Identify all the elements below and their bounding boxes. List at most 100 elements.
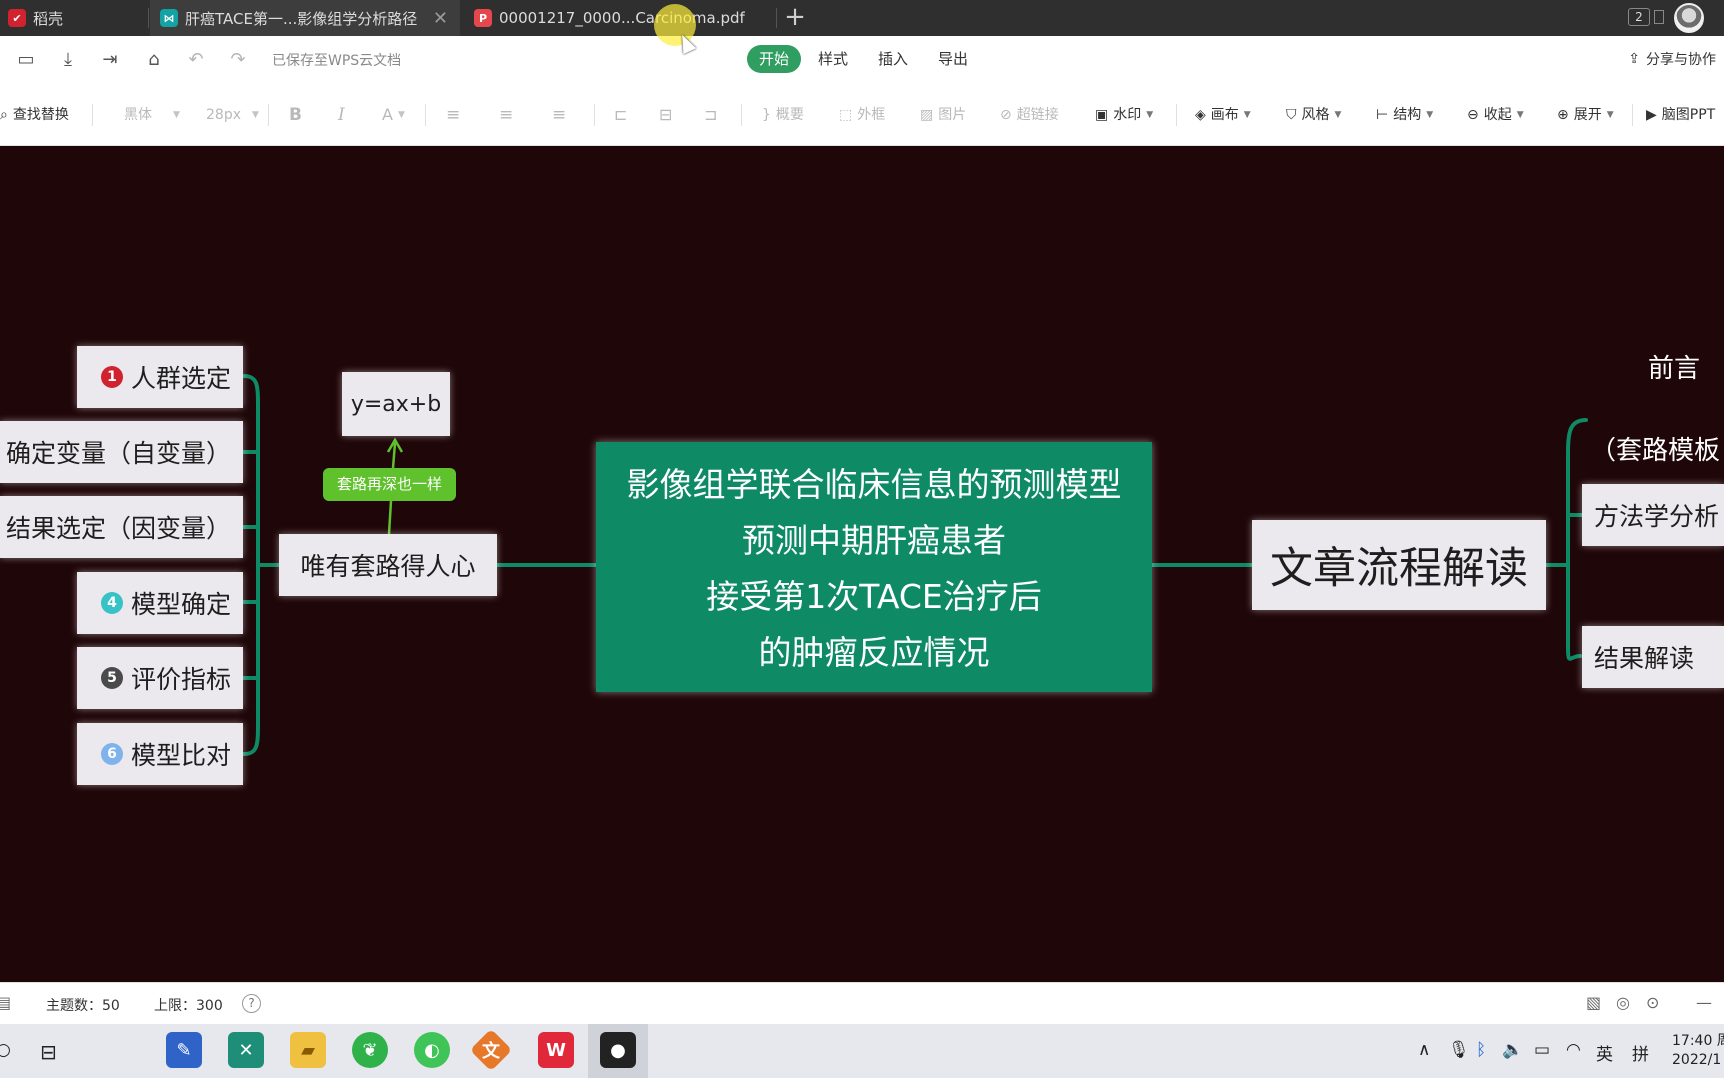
frame-button[interactable]: ⬚ 外框 bbox=[839, 104, 885, 126]
find-replace-button[interactable]: ⌕ 查找替换 bbox=[0, 104, 69, 126]
style-label: 风格 bbox=[1301, 107, 1330, 123]
presentation-icon: ▶ bbox=[1646, 107, 1657, 123]
toolbar-divider bbox=[594, 104, 595, 126]
caret-down-icon: ▼ bbox=[173, 110, 180, 120]
menu-tab-style[interactable]: 样式 bbox=[806, 45, 860, 73]
topic-node-comparison[interactable]: 6 模型比对 bbox=[77, 723, 243, 785]
tab-divider bbox=[148, 8, 149, 28]
window-layout-icon[interactable] bbox=[1654, 10, 1664, 24]
align-left-icon[interactable]: ≡ bbox=[446, 104, 460, 126]
frame-icon: ⬚ bbox=[839, 107, 853, 123]
caret-down-icon: ▼ bbox=[1606, 110, 1614, 120]
topic-node-routine[interactable]: 唯有套路得人心 bbox=[279, 534, 497, 596]
bluetooth-icon[interactable]: ᛒ bbox=[1476, 1040, 1486, 1060]
priority-5-icon: 5 bbox=[100, 667, 123, 689]
font-size-select[interactable]: 28px ▼ bbox=[206, 104, 259, 126]
watermark-button[interactable]: ▣ 水印 ▼ bbox=[1095, 104, 1153, 126]
align-right-icon[interactable]: ≡ bbox=[552, 104, 566, 126]
share-collaborate-button[interactable]: ⇪ 分享与协作 bbox=[1628, 49, 1716, 69]
caret-down-icon: ▼ bbox=[1426, 110, 1434, 120]
user-avatar[interactable] bbox=[1674, 3, 1704, 33]
zoom-out-icon[interactable]: — bbox=[1696, 993, 1712, 1012]
redo-icon[interactable]: ↷ bbox=[226, 48, 250, 72]
topic-node-methodology[interactable]: 方法学分析 bbox=[1582, 484, 1724, 546]
topic-node-preface-line1[interactable]: 前言 bbox=[1648, 348, 1700, 385]
topic-node-preface-line2[interactable]: （套路模板 bbox=[1590, 430, 1720, 467]
canvas-button[interactable]: ◈ 画布 ▼ bbox=[1195, 104, 1251, 126]
close-icon[interactable]: ✕ bbox=[433, 8, 448, 29]
export-icon[interactable]: ⇥ bbox=[98, 48, 122, 72]
topic-node-model[interactable]: 4 模型确定 bbox=[77, 572, 243, 634]
mindmap-ppt-button[interactable]: ▶ 脑图PPT bbox=[1646, 104, 1715, 126]
watermark-icon: ▣ bbox=[1095, 107, 1109, 123]
topic-node-formula[interactable]: y=ax+b bbox=[342, 372, 450, 436]
wps-docer-icon: ✔ bbox=[8, 9, 26, 27]
ime-language[interactable]: 英 bbox=[1596, 1040, 1613, 1065]
app-editor-icon[interactable]: ✎ bbox=[166, 1032, 202, 1068]
format-painter-icon[interactable]: ⌂ bbox=[142, 48, 166, 72]
tab-pdf[interactable]: P 00001217_0000...Carcinoma.pdf bbox=[468, 0, 774, 36]
topic-node-article-flow[interactable]: 文章流程解读 bbox=[1252, 520, 1546, 610]
menu-tab-insert[interactable]: 插入 bbox=[866, 45, 920, 73]
tab-docer[interactable]: ✔ 稻壳 bbox=[4, 0, 144, 36]
topic-label: 唯有套路得人心 bbox=[300, 552, 476, 581]
app-wps-icon[interactable]: W bbox=[538, 1032, 574, 1068]
tab-count-badge[interactable]: 2 bbox=[1628, 8, 1650, 26]
outline-icon[interactable]: ▤ bbox=[0, 993, 11, 1012]
align-center-icon[interactable]: ≡ bbox=[499, 104, 513, 126]
wifi-icon[interactable]: ◠ bbox=[1566, 1040, 1581, 1060]
topic-node-dependent-variable[interactable]: 结果选定（因变量） bbox=[0, 496, 243, 558]
volume-icon[interactable]: 🔈 bbox=[1502, 1040, 1523, 1060]
summary-label: 概要 bbox=[775, 107, 804, 123]
save-icon[interactable]: ▭ bbox=[14, 48, 38, 72]
app-wechat-icon[interactable]: ◐ bbox=[414, 1032, 450, 1068]
share-icon: ⇪ bbox=[1628, 51, 1640, 67]
help-icon[interactable]: ? bbox=[242, 994, 261, 1013]
search-icon[interactable]: ○ bbox=[0, 1040, 11, 1060]
mindmap-canvas[interactable]: 1 人群选定 确定变量（自变量） 结果选定（因变量） 4 模型确定 5 评价指标… bbox=[0, 146, 1724, 982]
topic-node-metrics[interactable]: 5 评价指标 bbox=[77, 647, 243, 709]
relationship-label[interactable]: 套路再深也一样 bbox=[323, 468, 456, 501]
hide-icon[interactable]: ◎ bbox=[1616, 993, 1630, 1012]
topic-label: 人群选定 bbox=[130, 364, 231, 393]
insert-parent-icon[interactable]: ⊐ bbox=[704, 104, 717, 126]
structure-button[interactable]: ⊢ 结构 ▼ bbox=[1376, 104, 1433, 126]
topic-node-independent-variable[interactable]: 确定变量（自变量） bbox=[0, 421, 243, 483]
summary-button[interactable]: } 概要 bbox=[762, 104, 804, 126]
font-color-button[interactable]: A ▼ bbox=[382, 104, 405, 126]
microphone-icon[interactable]: 🎙 bbox=[1448, 1040, 1470, 1060]
expand-button[interactable]: ⊕ 展开 ▼ bbox=[1557, 104, 1614, 126]
shirt-icon: ⛉ bbox=[1286, 107, 1297, 123]
style-button[interactable]: ⛉ 风格 ▼ bbox=[1286, 104, 1341, 126]
task-view-icon[interactable]: ⊟ bbox=[40, 1040, 57, 1064]
bold-button[interactable]: B bbox=[289, 104, 302, 126]
app-recorder-icon[interactable]: ● bbox=[600, 1032, 636, 1068]
italic-button[interactable]: I bbox=[338, 104, 345, 126]
download-icon[interactable]: ⤓ bbox=[56, 48, 80, 72]
app-xmind-icon[interactable]: ✕ bbox=[228, 1032, 264, 1068]
tab-mindmap[interactable]: ⋈ 肝癌TACE第一...影像组学分析路径 ✕ bbox=[150, 0, 460, 36]
ime-mode[interactable]: 拼 bbox=[1632, 1040, 1649, 1065]
locate-icon[interactable]: ⊙ bbox=[1646, 993, 1659, 1012]
battery-icon[interactable]: ▭ bbox=[1534, 1040, 1550, 1060]
insert-child-icon[interactable]: ⊏ bbox=[614, 104, 627, 126]
topic-node-results[interactable]: 结果解读 bbox=[1582, 626, 1724, 688]
chevron-up-icon[interactable]: ∧ bbox=[1418, 1040, 1430, 1060]
collapse-button[interactable]: ⊖ 收起 ▼ bbox=[1467, 104, 1524, 126]
font-family-select[interactable]: 黑体 ▼ bbox=[124, 104, 180, 126]
central-topic[interactable]: 影像组学联合临床信息的预测模型 预测中期肝癌患者 接受第1次TACE治疗后 的肿… bbox=[596, 442, 1152, 692]
app-translate-icon[interactable]: 文 bbox=[469, 1028, 513, 1072]
mindmap-view-icon[interactable]: ▧ bbox=[1586, 993, 1601, 1012]
menu-tab-export[interactable]: 导出 bbox=[926, 45, 980, 73]
insert-sibling-icon[interactable]: ⊟ bbox=[659, 104, 672, 126]
app-evernote-icon[interactable]: ❦ bbox=[352, 1032, 388, 1068]
undo-icon[interactable]: ↶ bbox=[184, 48, 208, 72]
new-tab-plus-icon[interactable]: + bbox=[782, 0, 808, 36]
image-button[interactable]: ▨ 图片 bbox=[920, 104, 966, 126]
clock[interactable]: 17:40 周 2022/1 bbox=[1672, 1032, 1724, 1070]
file-explorer-icon[interactable]: ▰ bbox=[290, 1032, 326, 1068]
hyperlink-button[interactable]: ⊘ 超链接 bbox=[1000, 104, 1059, 126]
menu-tab-start[interactable]: 开始 bbox=[747, 45, 802, 73]
topic-label: 文章流程解读 bbox=[1270, 544, 1528, 594]
topic-node-population[interactable]: 1 人群选定 bbox=[77, 346, 243, 408]
